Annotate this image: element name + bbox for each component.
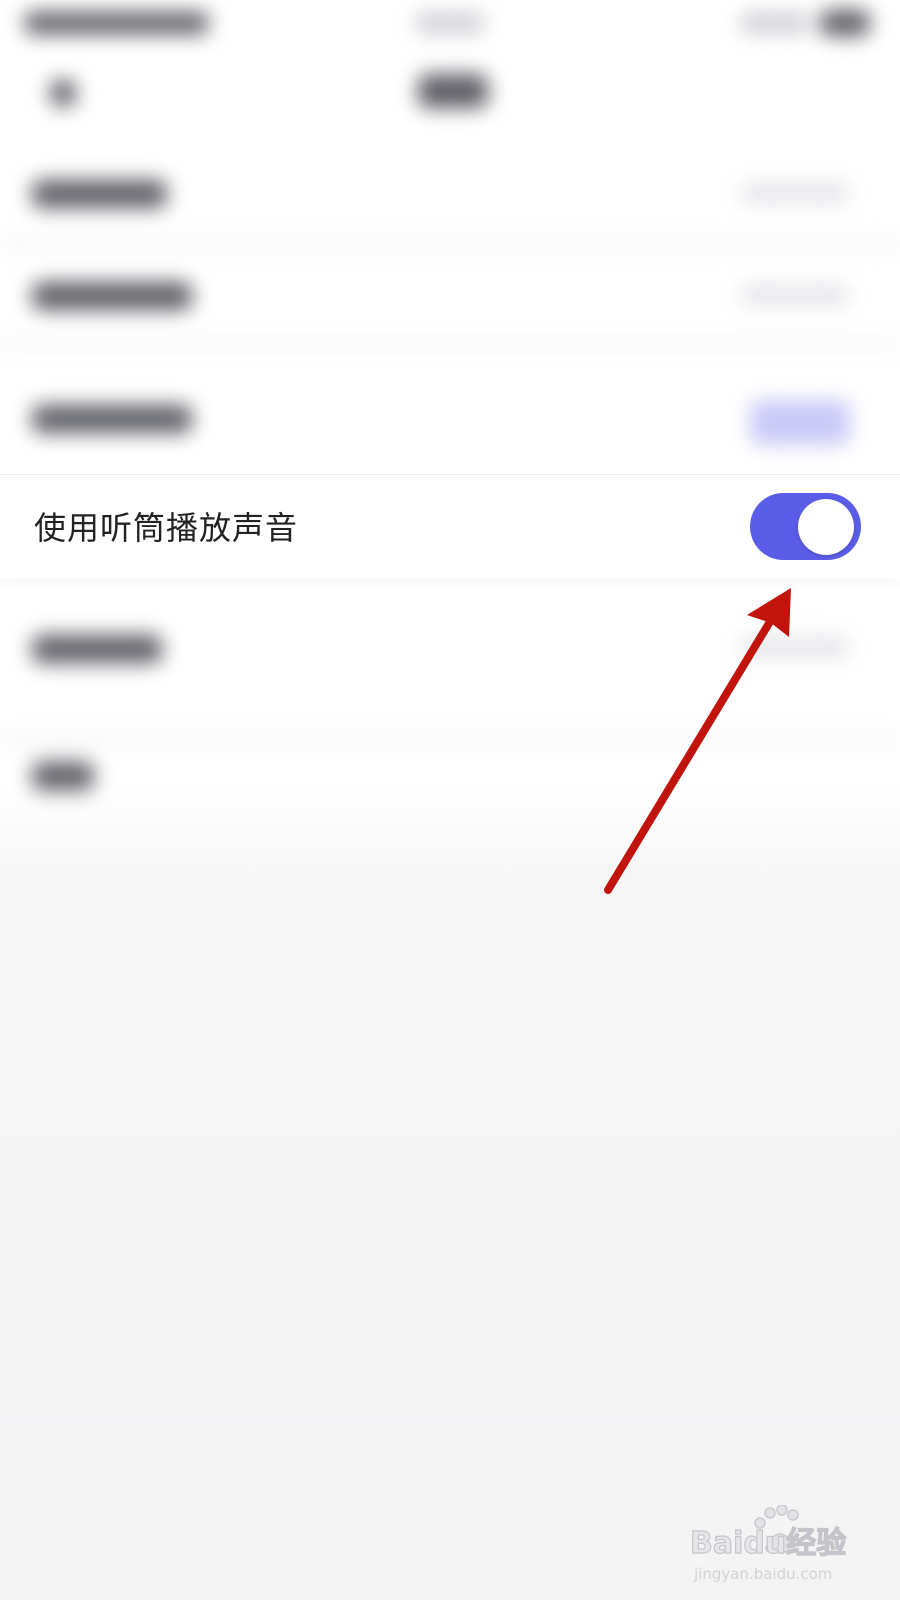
baidu-jingyan-watermark: Baidu经验 jingyan.baidu.com xyxy=(690,1505,847,1583)
setting-row-earpiece[interactable]: 使用听筒播放声音 xyxy=(0,474,900,579)
blurred-row-label-3 xyxy=(32,405,192,433)
blurred-background xyxy=(0,0,900,860)
earpiece-toggle-switch[interactable] xyxy=(750,493,861,560)
blurred-separator-4 xyxy=(0,735,900,743)
blurred-row-label-1 xyxy=(32,180,167,208)
blurred-row-value-2 xyxy=(740,284,850,306)
setting-label: 使用听筒播放声音 xyxy=(34,509,299,547)
blurred-row-value-1 xyxy=(740,182,850,204)
blurred-status-center xyxy=(415,12,485,34)
blurred-header-title xyxy=(418,74,488,108)
blurred-row-toggle-3 xyxy=(750,400,850,445)
blurred-row-label-4 xyxy=(32,635,162,663)
blurred-separator-1 xyxy=(0,240,900,248)
blurred-status-right xyxy=(740,12,810,34)
watermark-paw-toe-1 xyxy=(764,1507,776,1519)
watermark-url: jingyan.baidu.com xyxy=(693,1565,832,1583)
blurred-status-left xyxy=(24,12,209,34)
blurred-row-label-5 xyxy=(32,762,94,790)
blurred-row-label-2 xyxy=(32,282,192,310)
watermark-paw-toe-2 xyxy=(776,1505,788,1516)
blurred-separator-2 xyxy=(0,340,900,348)
blurred-row-value-4 xyxy=(740,636,850,658)
blurred-battery-icon xyxy=(820,10,870,36)
watermark-paw-toe-3 xyxy=(787,1509,799,1521)
blurred-back-icon xyxy=(50,80,76,106)
toggle-knob xyxy=(798,499,854,555)
watermark-logo-text: Baidu经验 xyxy=(690,1526,846,1561)
